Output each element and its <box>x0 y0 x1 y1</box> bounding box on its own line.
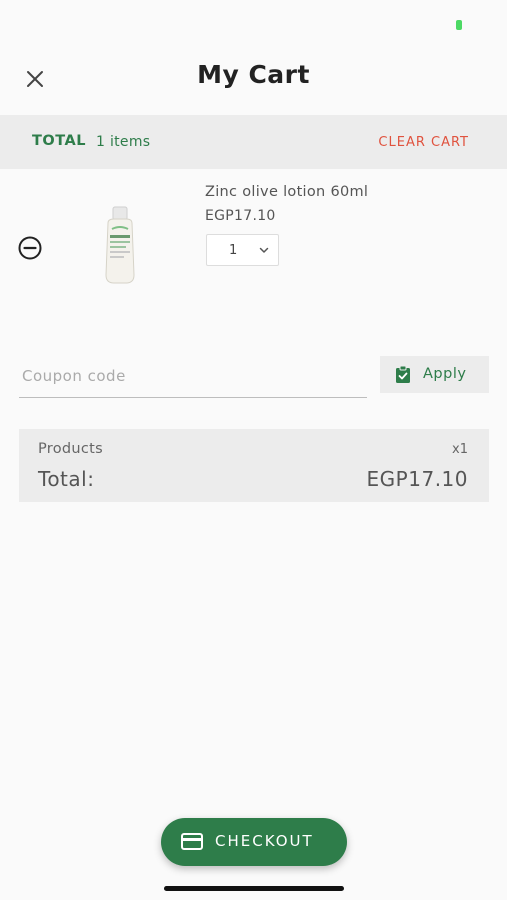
item-count: 1 items <box>96 134 151 150</box>
clear-cart-button[interactable]: CLEAR CART <box>378 135 469 150</box>
apply-label: Apply <box>423 366 467 382</box>
products-count: x1 <box>452 442 468 457</box>
minus-circle-icon <box>18 236 42 260</box>
products-label: Products <box>38 441 104 457</box>
page-title: My Cart <box>197 60 310 89</box>
battery-icon <box>456 20 462 30</box>
quantity-value: 1 <box>229 243 238 258</box>
total-value: EGP17.10 <box>366 467 468 491</box>
home-indicator <box>164 886 344 891</box>
lotion-bottle-image <box>105 206 135 284</box>
product-name[interactable]: Zinc olive lotion 60ml <box>205 184 368 200</box>
checkout-label: CHECKOUT <box>215 832 314 850</box>
coupon-code-input[interactable] <box>19 354 367 398</box>
order-summary: Products x1 Total: EGP17.10 <box>19 429 489 502</box>
clipboard-check-icon <box>396 366 410 383</box>
cart-total-bar: TOTAL 1 items CLEAR CART <box>0 115 507 169</box>
status-bar <box>0 0 507 50</box>
credit-card-icon <box>181 833 203 850</box>
total-label: TOTAL <box>32 133 86 149</box>
product-price: EGP17.10 <box>205 208 276 224</box>
quantity-select[interactable]: 1 <box>206 234 279 266</box>
header: My Cart <box>0 50 507 114</box>
chevron-down-icon <box>259 247 269 253</box>
checkout-button[interactable]: CHECKOUT <box>161 818 347 866</box>
total-label: Total: <box>38 467 95 491</box>
remove-item-button[interactable] <box>18 236 42 260</box>
apply-coupon-button[interactable]: Apply <box>380 356 489 393</box>
cart-item: Zinc olive lotion 60ml EGP17.10 1 <box>0 170 507 310</box>
